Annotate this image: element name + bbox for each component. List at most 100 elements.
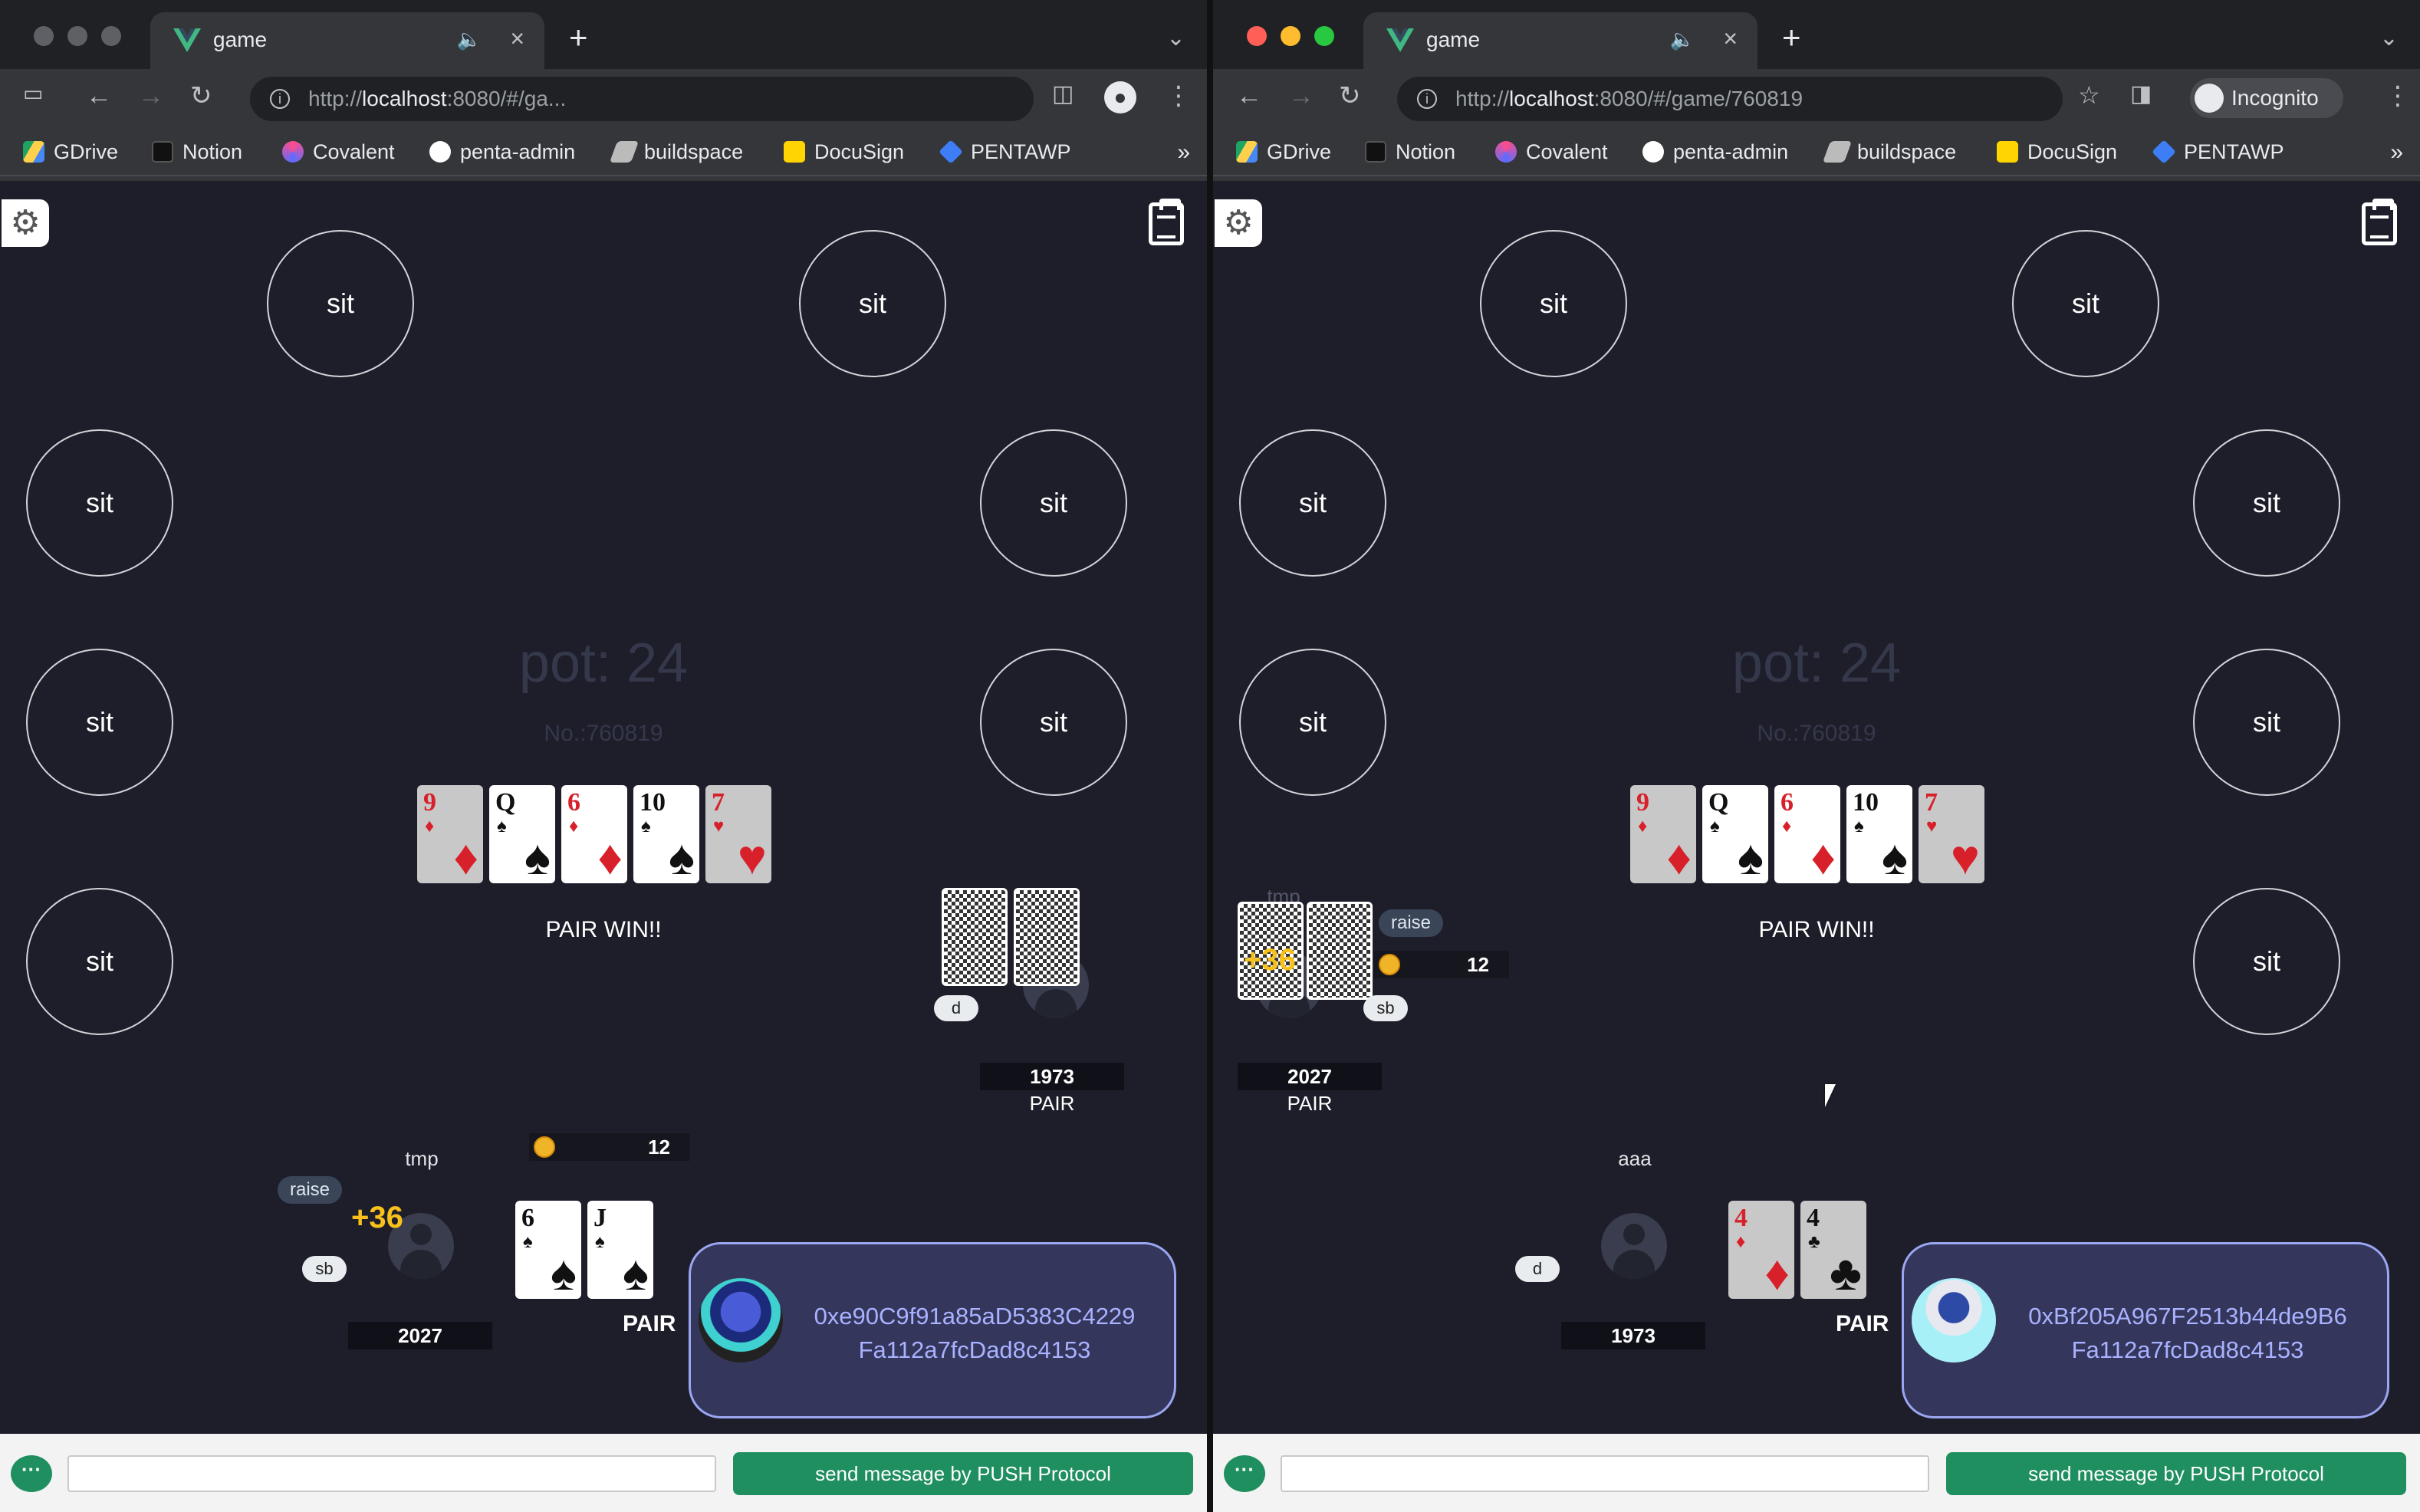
close-tab-icon[interactable]: × — [510, 25, 524, 53]
window-controls — [34, 26, 121, 46]
menu-kebab-icon[interactable]: ⋮ — [2385, 83, 2411, 109]
back-button[interactable]: ← — [86, 83, 112, 109]
bookmark-docusign[interactable]: DocuSign — [1997, 138, 2117, 166]
browser-window-right: game 🔈 × + ⌄ ← → ↻ ☆ ◨ Incognito ⋮ i htt… — [1213, 0, 2420, 1512]
opponent-hand-rank: PAIR — [1287, 1092, 1333, 1115]
incognito-icon — [2195, 84, 2224, 113]
card-suit: ♠ — [497, 816, 507, 837]
opponent-card-back-2 — [1014, 888, 1080, 986]
sidebar-icon[interactable]: ▭ — [23, 83, 43, 104]
sit-seat-2[interactable]: sit — [2012, 230, 2159, 377]
site-info-icon[interactable]: i — [270, 89, 290, 109]
tab-game[interactable]: game 🔈 × — [1363, 12, 1757, 69]
sit-seat-1[interactable]: sit — [1480, 230, 1627, 377]
small-blind-badge: sb — [302, 1256, 347, 1282]
bookmark-gdrive[interactable]: GDrive — [23, 138, 118, 166]
new-tab-button[interactable]: + — [1782, 21, 1801, 54]
speaker-icon[interactable]: 🔈 — [1670, 28, 1695, 51]
new-tab-button[interactable]: + — [569, 21, 588, 54]
chat-message-input[interactable] — [1281, 1455, 1929, 1492]
bookmark-buildspace[interactable]: buildspace — [1822, 138, 1956, 166]
clipboard-icon[interactable] — [1149, 199, 1184, 245]
card-suit-large: ♦ — [597, 830, 623, 883]
bookmark-covalent[interactable]: Covalent — [1495, 138, 1608, 166]
card-suit: ♦ — [1782, 816, 1792, 837]
close-window-button[interactable] — [1247, 26, 1267, 46]
chat-footer: ··· send message by PUSH Protocol — [1213, 1434, 2420, 1512]
settings-gear-icon[interactable]: ⚙ — [1215, 199, 1262, 247]
chat-bubble-icon[interactable]: ··· — [1224, 1455, 1265, 1492]
sit-seat-7[interactable]: sit — [26, 888, 173, 1035]
url-host: localhost — [1509, 87, 1594, 110]
card-rank: Q — [495, 788, 516, 817]
tab-search-icon[interactable]: ⌄ — [1166, 25, 1185, 51]
reload-button[interactable]: ↻ — [1339, 83, 1361, 109]
reload-button[interactable]: ↻ — [190, 83, 212, 109]
close-tab-icon[interactable]: × — [1723, 25, 1738, 53]
site-info-icon[interactable]: i — [1417, 89, 1437, 109]
sit-seat-7[interactable]: sit — [2193, 888, 2340, 1035]
more-bookmarks-icon[interactable]: » — [2390, 140, 2403, 166]
sit-seat-2[interactable]: sit — [799, 230, 946, 377]
card-rank: 6 — [567, 788, 580, 817]
send-push-button[interactable]: send message by PUSH Protocol — [1946, 1452, 2406, 1495]
bookmark-covalent[interactable]: Covalent — [282, 138, 395, 166]
bookmark-notion[interactable]: Notion — [1365, 138, 1455, 166]
sit-seat-1[interactable]: sit — [267, 230, 414, 377]
player-hand-rank: PAIR — [623, 1311, 676, 1336]
bookmark-pentawp[interactable]: PENTAWP — [2152, 138, 2284, 166]
tab-title: game — [213, 28, 268, 51]
address-bar[interactable]: i http://localhost:8080/#/ga... — [250, 77, 1034, 121]
close-window-button[interactable] — [34, 26, 54, 46]
player-stack: 1973 — [1561, 1322, 1705, 1349]
minimize-window-button[interactable] — [1281, 26, 1300, 46]
bookmark-label: penta-admin — [1673, 140, 1789, 163]
player-avatar — [1601, 1213, 1667, 1279]
zoom-window-button[interactable] — [1314, 26, 1334, 46]
desktop: game 🔈 × + ⌄ ▭ ← → ↻ ◫ ● ⋮ i http://loca… — [0, 0, 2420, 1512]
address-bar[interactable]: i http://localhost:8080/#/game/760819 — [1397, 77, 2063, 121]
bookmark-penta-admin[interactable]: penta-admin — [1642, 138, 1788, 166]
more-bookmarks-icon[interactable]: » — [1177, 140, 1190, 166]
settings-gear-icon[interactable]: ⚙ — [2, 199, 49, 247]
penta-icon — [429, 141, 451, 163]
wallet-card[interactable]: 0xe90C9f91a85aD5383C4229 Fa112a7fcDad8c41… — [689, 1242, 1176, 1418]
bookmark-gdrive[interactable]: GDrive — [1236, 138, 1331, 166]
bookmark-notion[interactable]: Notion — [152, 138, 242, 166]
bookmark-buildspace[interactable]: buildspace — [609, 138, 743, 166]
bookmark-pentawp[interactable]: PENTAWP — [939, 138, 1071, 166]
incognito-badge[interactable]: Incognito — [2190, 78, 2343, 118]
bookmark-docusign[interactable]: DocuSign — [784, 138, 904, 166]
minimize-window-button[interactable] — [67, 26, 87, 46]
chat-message-input[interactable] — [67, 1455, 716, 1492]
back-button[interactable]: ← — [1236, 83, 1262, 109]
bookmark-label: PENTAWP — [2184, 140, 2284, 163]
wallet-card[interactable]: 0xBf205A967F2513b44de9B6 Fa112a7fcDad8c41… — [1902, 1242, 2389, 1418]
card-rank: 6 — [521, 1204, 534, 1232]
zoom-window-button[interactable] — [101, 26, 121, 46]
wallet-address: 0xe90C9f91a85aD5383C4229 Fa112a7fcDad8c41… — [791, 1300, 1159, 1367]
bookmark-penta-admin[interactable]: penta-admin — [429, 138, 575, 166]
sit-seat-3[interactable]: sit — [26, 429, 173, 577]
bookmark-label: GDrive — [54, 140, 119, 163]
forward-button[interactable]: → — [138, 83, 164, 109]
send-push-button[interactable]: send message by PUSH Protocol — [733, 1452, 1193, 1495]
tab-search-icon[interactable]: ⌄ — [2379, 25, 2399, 51]
sit-seat-4[interactable]: sit — [2193, 429, 2340, 577]
sit-seat-4[interactable]: sit — [980, 429, 1127, 577]
bookmark-label: DocuSign — [2027, 140, 2118, 163]
forward-button[interactable]: → — [1288, 83, 1314, 109]
nft-avatar-icon — [1912, 1278, 1996, 1362]
chat-bubble-icon[interactable]: ··· — [11, 1455, 52, 1492]
sit-seat-3[interactable]: sit — [1239, 429, 1386, 577]
tab-game[interactable]: game 🔈 × — [150, 12, 544, 69]
menu-kebab-icon[interactable]: ⋮ — [1166, 83, 1192, 109]
clipboard-icon[interactable] — [2362, 199, 2397, 245]
profile-icon[interactable]: ● — [1104, 81, 1136, 113]
covalent-icon — [282, 141, 304, 163]
card-suit: ♠ — [1854, 816, 1864, 837]
speaker-icon[interactable]: 🔈 — [457, 28, 482, 51]
side-panel-icon[interactable]: ◨ — [2130, 83, 2152, 106]
split-view-icon[interactable]: ◫ — [1052, 83, 1074, 106]
bookmark-star-icon[interactable]: ☆ — [2078, 83, 2100, 107]
